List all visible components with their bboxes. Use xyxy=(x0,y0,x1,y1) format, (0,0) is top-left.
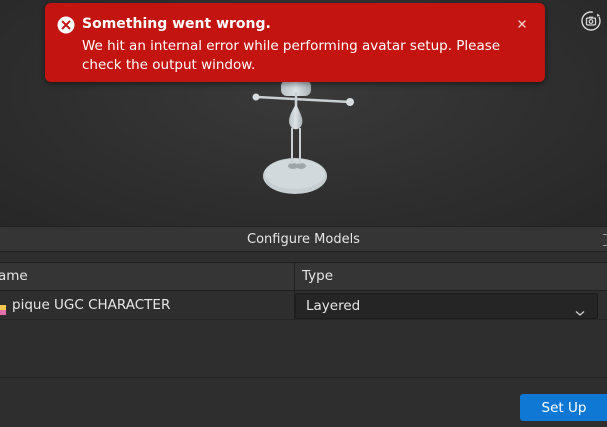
panel-resize-handle[interactable] xyxy=(603,234,607,246)
row-model-name: pique UGC CHARACTER xyxy=(12,297,171,313)
panel-header: Configure Models xyxy=(0,226,607,252)
column-header-name[interactable]: ame xyxy=(0,263,295,290)
error-toast: Something went wrong. We hit an internal… xyxy=(45,3,545,82)
set-up-button[interactable]: Set Up xyxy=(520,394,607,421)
model-icon xyxy=(0,300,6,315)
column-label-name: ame xyxy=(0,268,28,284)
set-up-button-label: Set Up xyxy=(541,400,587,416)
divider xyxy=(0,377,607,378)
row-name-cell: pique UGC CHARACTER xyxy=(0,291,295,319)
camera-rotate-icon[interactable] xyxy=(579,9,603,33)
avatar-setup-window: Something went wrong. We hit an internal… xyxy=(0,0,607,427)
type-dropdown[interactable]: Layered xyxy=(295,293,598,319)
type-dropdown-value: Layered xyxy=(306,298,361,314)
configure-models-panel: Configure Models ame Type pique UGC CHAR… xyxy=(0,226,607,427)
table-row[interactable]: pique UGC CHARACTER Layered xyxy=(0,291,607,320)
column-header-type[interactable]: Type xyxy=(295,263,607,290)
error-circle-icon xyxy=(57,16,75,34)
chevron-down-icon xyxy=(575,302,585,316)
table-header: ame Type xyxy=(0,262,607,291)
close-icon[interactable] xyxy=(515,16,529,30)
toast-title: Something went wrong. xyxy=(82,16,271,32)
panel-title: Configure Models xyxy=(247,232,360,247)
toast-message: We hit an internal error while performin… xyxy=(82,38,501,73)
column-label-type: Type xyxy=(302,268,334,284)
